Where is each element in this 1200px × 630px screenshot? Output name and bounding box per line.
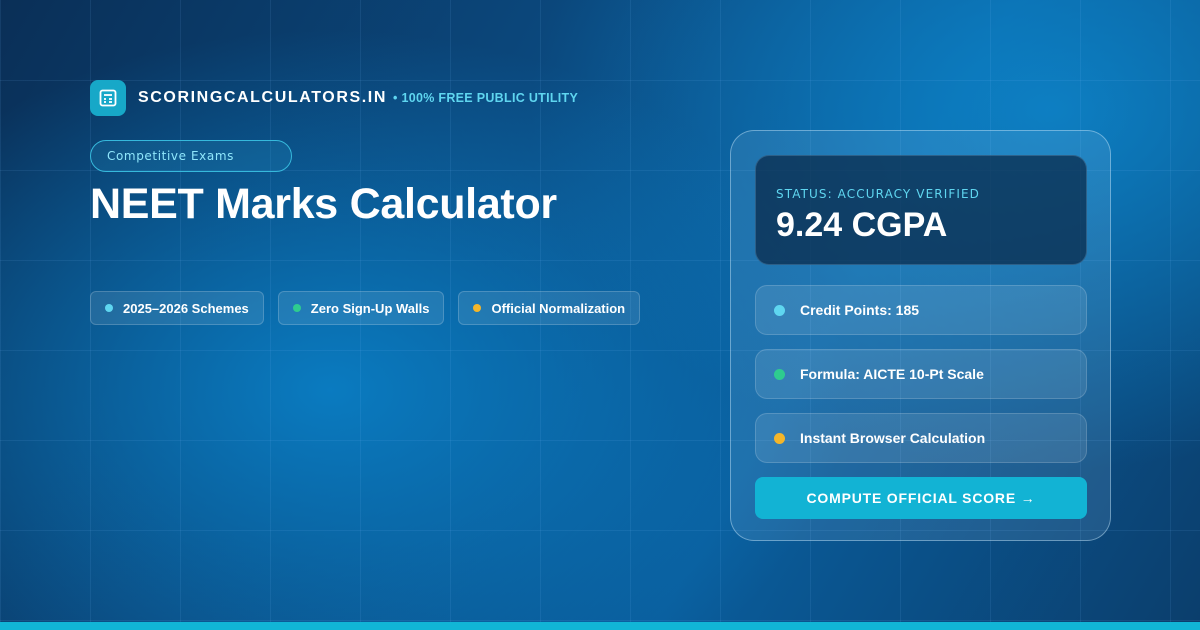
category-badge: Competitive Exams: [90, 140, 292, 172]
info-row-label: Formula: AICTE 10-Pt Scale: [800, 366, 984, 382]
bullet-dot-icon: [774, 368, 785, 380]
info-row-instant: Instant Browser Calculation: [755, 413, 1087, 463]
bullet-dot-icon: [105, 304, 113, 312]
feature-chip-normalization: Official Normalization: [458, 291, 641, 325]
feature-list: 2025–2026 Schemes Zero Sign-Up Walls Off…: [90, 291, 641, 325]
feature-label: 2025–2026 Schemes: [123, 300, 249, 316]
calculator-icon: [90, 80, 126, 116]
compute-score-button[interactable]: COMPUTE OFFICIAL SCORE →: [755, 477, 1087, 519]
result-card: STATUS: ACCURACY VERIFIED 9.24 CGPA Cred…: [730, 130, 1111, 541]
brand-name: SCORINGCALCULATORS.IN: [138, 89, 388, 106]
status-value: 9.24 CGPA: [776, 206, 948, 244]
info-row-label: Instant Browser Calculation: [800, 430, 986, 446]
feature-chip-schemes: 2025–2026 Schemes: [90, 291, 264, 325]
status-panel: STATUS: ACCURACY VERIFIED 9.24 CGPA: [755, 155, 1087, 265]
bullet-dot-icon: [774, 432, 785, 444]
info-row-formula: Formula: AICTE 10-Pt Scale: [755, 349, 1087, 399]
feature-chip-signup: Zero Sign-Up Walls: [277, 291, 445, 325]
page-title: NEET Marks Calculator: [90, 180, 557, 228]
feature-label: Official Normalization: [491, 300, 626, 316]
status-label: STATUS: ACCURACY VERIFIED: [776, 187, 981, 201]
brand-tagline: • 100% FREE PUBLIC UTILITY: [393, 91, 579, 105]
info-row-credit-points: Credit Points: 185: [755, 285, 1087, 335]
brand-header: SCORINGCALCULATORS.IN • 100% FREE PUBLIC…: [90, 80, 578, 116]
info-row-label: Credit Points: 185: [800, 302, 920, 318]
feature-label: Zero Sign-Up Walls: [310, 300, 430, 316]
bullet-dot-icon: [774, 304, 785, 316]
bullet-dot-icon: [473, 304, 482, 312]
bullet-dot-icon: [292, 304, 301, 312]
bottom-accent-bar: [0, 622, 1200, 630]
